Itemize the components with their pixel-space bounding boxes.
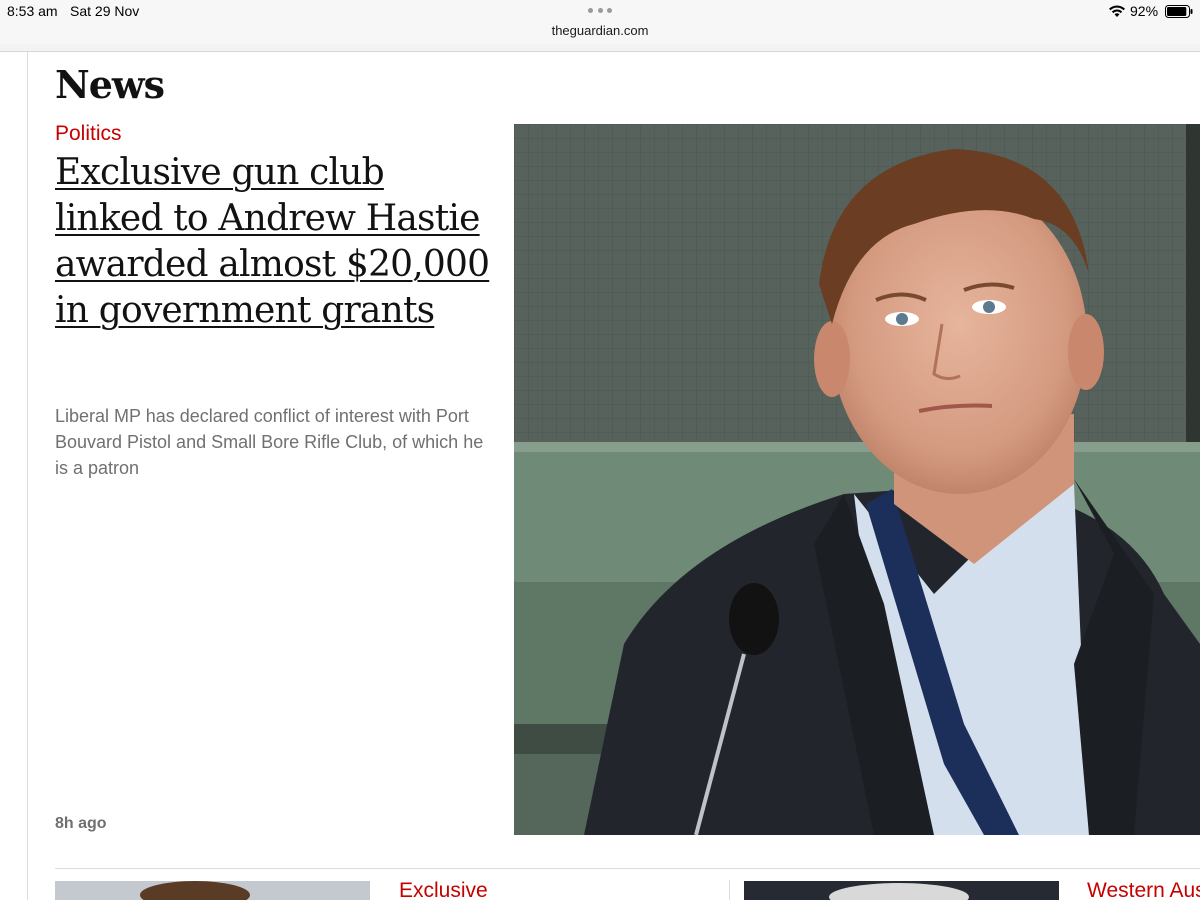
address-bar[interactable]: theguardian.com xyxy=(0,22,1200,44)
lead-story-photo[interactable] xyxy=(514,124,1200,835)
secondary-story-2-photo[interactable] xyxy=(744,881,1059,900)
battery-icon xyxy=(1165,5,1193,18)
lead-story-kicker[interactable]: Politics xyxy=(55,122,122,146)
secondary-story-2-kicker[interactable]: Western Aus xyxy=(1087,879,1200,900)
toolbar-divider xyxy=(0,44,1200,52)
page-left-divider xyxy=(27,52,28,900)
wifi-icon xyxy=(1109,5,1125,17)
status-time: 8:53 am xyxy=(7,3,58,19)
column-divider xyxy=(729,880,730,900)
lead-story-timestamp: 8h ago xyxy=(55,815,107,832)
battery-percent: 92% xyxy=(1130,3,1159,19)
multitasking-dots-icon[interactable] xyxy=(588,8,612,14)
lead-story-standfirst: Liberal MP has declared conflict of inte… xyxy=(55,406,484,478)
portrait-illustration xyxy=(514,124,1200,835)
thumbnail-illustration-1 xyxy=(55,881,370,900)
secondary-story-1-photo[interactable] xyxy=(55,881,370,900)
status-date: Sat 29 Nov xyxy=(70,3,140,19)
status-bar: 8:53 am Sat 29 Nov 92% xyxy=(0,0,1200,22)
url-text[interactable]: theguardian.com xyxy=(0,23,1200,38)
thumbnail-illustration-2 xyxy=(744,881,1059,900)
lead-story-headline[interactable]: Exclusive gun club linked to Andrew Hast… xyxy=(55,150,495,334)
section-title[interactable]: News xyxy=(55,62,165,107)
section-divider xyxy=(55,868,1200,869)
secondary-story-1-kicker[interactable]: Exclusive xyxy=(399,879,488,900)
